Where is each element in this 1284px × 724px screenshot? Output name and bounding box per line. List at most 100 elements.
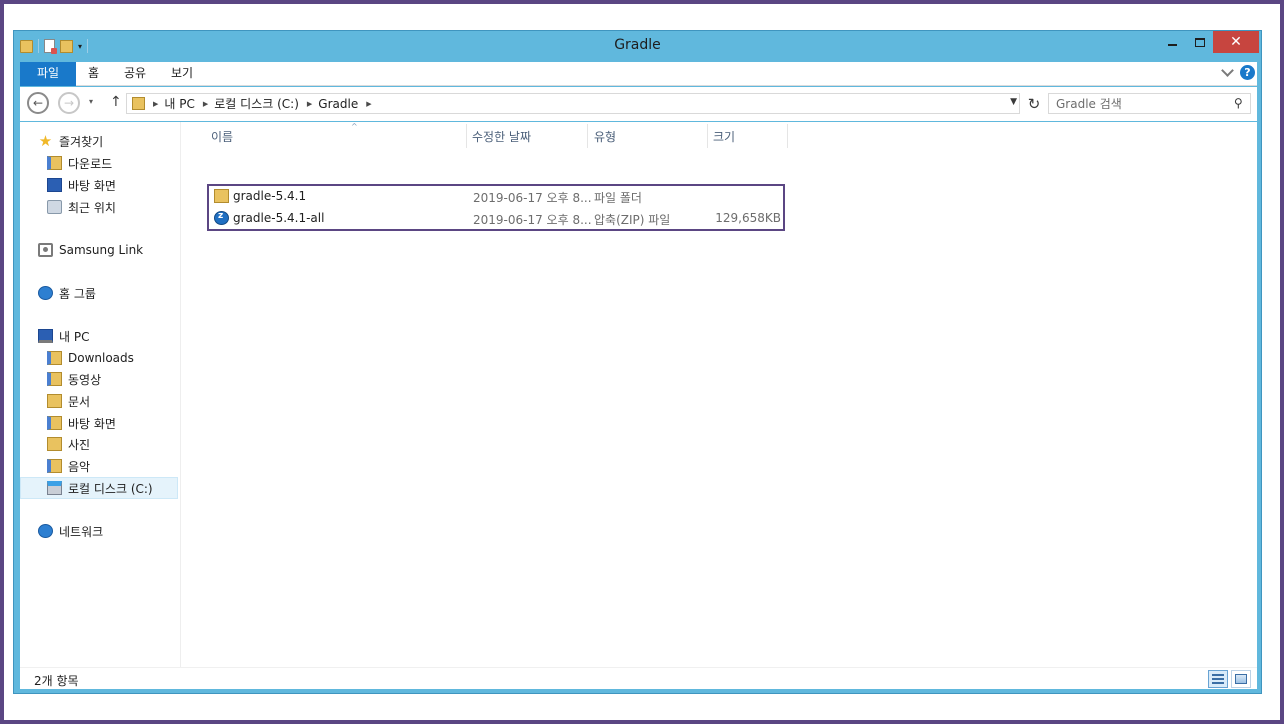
pane-divider[interactable] — [180, 122, 181, 667]
downloads-folder-icon — [47, 351, 62, 365]
search-box: ⚲ — [1048, 93, 1251, 114]
content-area: ★ 즐겨찾기 다운로드 바탕 화면 최근 위치 Samsung Link 홈 그… — [20, 122, 1257, 667]
ribbon-tabs: 파일 홈 공유 보기 ? — [20, 62, 1257, 86]
desktop-folder-icon — [47, 416, 62, 430]
sidebar-item-downloads-ko[interactable]: 다운로드 — [20, 152, 178, 174]
file-row[interactable]: gradle-5.4.1 2019-06-17 오후 8... 파일 폴더 — [209, 186, 783, 207]
sidebar-item-label: Samsung Link — [59, 243, 144, 257]
network-icon — [38, 524, 53, 538]
chevron-right-icon[interactable]: ▶ — [366, 100, 371, 108]
homegroup-icon — [38, 286, 53, 300]
sidebar-item-downloads[interactable]: Downloads — [20, 347, 178, 369]
tab-home[interactable]: 홈 — [88, 62, 99, 86]
sidebar-item-desktop[interactable]: 바탕 화면 — [20, 412, 178, 434]
close-button[interactable]: ✕ — [1213, 31, 1259, 53]
column-divider[interactable] — [466, 124, 467, 148]
tab-file[interactable]: 파일 — [20, 62, 76, 86]
column-header-name[interactable]: 이름 ^ — [211, 122, 466, 148]
maximize-icon — [1194, 37, 1205, 47]
back-button[interactable]: ← — [27, 92, 49, 114]
sidebar-item-label: 음악 — [68, 459, 91, 474]
column-header-label: 유형 — [594, 129, 617, 144]
column-divider[interactable] — [707, 124, 708, 148]
sidebar-item-pictures[interactable]: 사진 — [20, 433, 178, 455]
up-button[interactable]: ↑ — [110, 94, 122, 110]
file-row[interactable]: gradle-5.4.1-all 2019-06-17 오후 8... 압축(Z… — [209, 208, 783, 229]
column-header-date[interactable]: 수정한 날짜 — [472, 124, 587, 148]
videos-folder-icon — [47, 372, 62, 386]
file-type: 파일 폴더 — [594, 191, 642, 205]
recent-locations-chevron-icon[interactable]: ▾ — [89, 97, 93, 106]
column-header-size[interactable]: 크기 — [713, 124, 787, 148]
sidebar-item-desktop-fav[interactable]: 바탕 화면 — [20, 174, 178, 196]
computer-icon — [38, 329, 53, 343]
minimize-icon — [1168, 44, 1177, 46]
pictures-folder-icon — [47, 437, 62, 451]
sidebar-item-label: 사진 — [68, 437, 91, 452]
ribbon-right-controls: ? — [1221, 64, 1255, 80]
breadcrumb-this-pc[interactable]: 내 PC — [164, 95, 194, 112]
address-history-chevron-icon[interactable]: ▼ — [1010, 97, 1017, 107]
music-folder-icon — [47, 459, 62, 473]
chevron-right-icon[interactable]: ▶ — [153, 100, 158, 108]
sidebar-item-videos[interactable]: 동영상 — [20, 368, 178, 390]
file-type: 압축(ZIP) 파일 — [594, 213, 671, 227]
address-bar[interactable]: ▶ 내 PC ▶ 로컬 디스크 (C:) ▶ Gradle ▶ ▼ — [126, 93, 1020, 114]
refresh-button[interactable]: ↻ — [1024, 93, 1044, 114]
expand-ribbon-chevron-icon[interactable] — [1221, 64, 1234, 77]
breadcrumb-local-disk[interactable]: 로컬 디스크 (C:) — [214, 95, 299, 112]
view-buttons — [1208, 670, 1251, 688]
file-date: 2019-06-17 오후 8... — [473, 191, 592, 205]
sidebar-item-label: 다운로드 — [68, 156, 113, 171]
search-icon[interactable]: ⚲ — [1234, 96, 1243, 110]
close-icon: ✕ — [1230, 34, 1242, 50]
sidebar-item-local-disk[interactable]: 로컬 디스크 (C:) — [20, 477, 178, 499]
sidebar-item-label: 네트워크 — [59, 524, 104, 539]
details-view-button[interactable] — [1208, 670, 1228, 688]
sort-ascending-icon: ^ — [351, 122, 358, 131]
forward-button[interactable]: → — [58, 92, 80, 114]
search-input[interactable] — [1049, 94, 1219, 113]
sidebar-item-samsung-link[interactable]: Samsung Link — [20, 239, 178, 261]
tab-view[interactable]: 보기 — [171, 62, 193, 86]
sidebar-item-favorites[interactable]: ★ 즐겨찾기 — [20, 130, 178, 152]
help-icon[interactable]: ? — [1240, 65, 1255, 80]
large-icons-view-button[interactable] — [1231, 670, 1251, 688]
file-name: gradle-5.4.1 — [233, 189, 307, 203]
sidebar-item-label: 바탕 화면 — [68, 416, 116, 431]
chevron-right-icon[interactable]: ▶ — [203, 100, 208, 108]
sidebar-item-label: 내 PC — [59, 329, 90, 344]
sidebar-item-this-pc[interactable]: 내 PC — [20, 325, 178, 347]
sidebar-item-label: Downloads — [68, 351, 134, 365]
drive-icon — [47, 481, 62, 495]
desktop-icon — [47, 178, 62, 192]
arrow-left-icon: ← — [32, 96, 44, 110]
column-header-label: 크기 — [713, 129, 736, 144]
sidebar-item-label: 홈 그룹 — [59, 286, 96, 301]
star-icon: ★ — [38, 132, 53, 150]
sidebar-item-music[interactable]: 음악 — [20, 455, 178, 477]
breadcrumb-gradle[interactable]: Gradle — [318, 97, 358, 111]
folder-icon — [214, 189, 229, 203]
sidebar-item-label: 문서 — [68, 394, 91, 409]
tab-share[interactable]: 공유 — [124, 62, 146, 86]
file-name: gradle-5.4.1-all — [233, 211, 325, 225]
column-header-type[interactable]: 유형 — [594, 124, 707, 148]
minimize-button[interactable] — [1159, 31, 1186, 53]
sidebar-item-documents[interactable]: 문서 — [20, 390, 178, 412]
explorer-window: ▾ Gradle ✕ 파일 홈 공유 보기 ? ← → ▾ ↑ ▶ 내 PC ▶… — [13, 30, 1262, 694]
sidebar-item-network[interactable]: 네트워크 — [20, 520, 178, 542]
sidebar-item-homegroup[interactable]: 홈 그룹 — [20, 282, 178, 304]
window-title: Gradle — [614, 37, 661, 53]
arrow-right-icon: → — [63, 96, 75, 110]
navigation-pane: ★ 즐겨찾기 다운로드 바탕 화면 최근 위치 Samsung Link 홈 그… — [20, 122, 180, 667]
column-divider[interactable] — [587, 124, 588, 148]
details-view-icon — [1212, 674, 1224, 684]
column-divider[interactable] — [787, 124, 788, 148]
chevron-right-icon[interactable]: ▶ — [307, 100, 312, 108]
maximize-button[interactable] — [1186, 31, 1213, 53]
zip-icon — [214, 211, 229, 225]
sidebar-item-recent-places[interactable]: 최근 위치 — [20, 196, 178, 218]
folder-icon — [132, 97, 145, 110]
recent-places-icon — [47, 200, 62, 214]
